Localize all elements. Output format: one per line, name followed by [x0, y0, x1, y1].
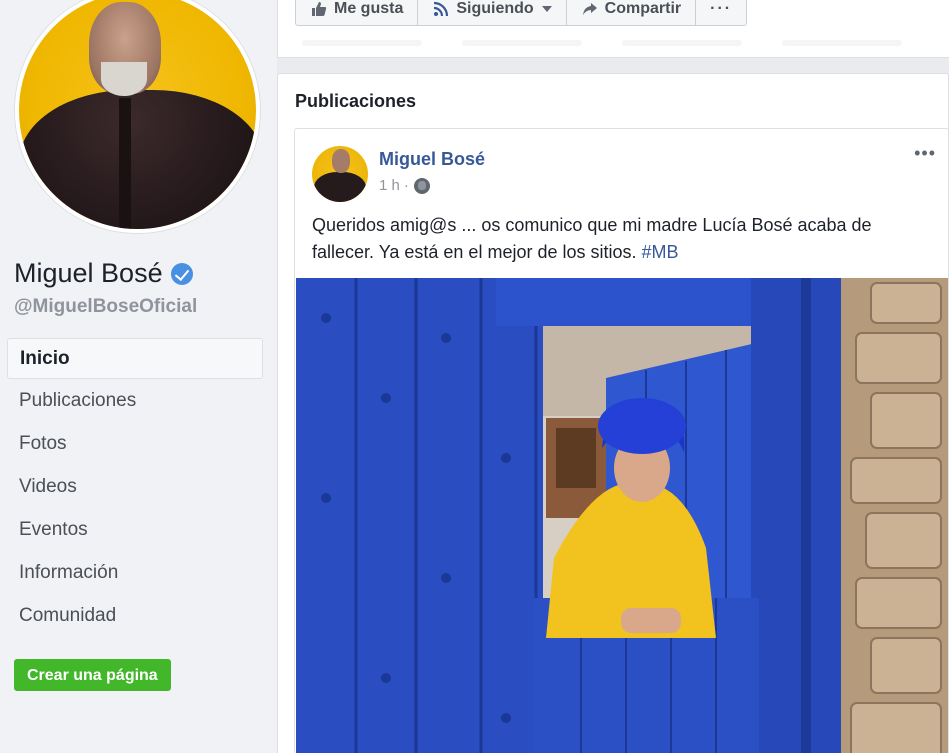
share-arrow-icon	[581, 0, 599, 18]
photo-illustration	[296, 278, 948, 753]
meta-separator: ·	[403, 177, 409, 194]
section-title: Publicaciones	[295, 91, 417, 111]
page-name-text[interactable]: Miguel Bosé	[14, 258, 163, 289]
nav-item-comunidad[interactable]: Comunidad	[7, 596, 263, 639]
share-button[interactable]: Compartir	[567, 0, 697, 25]
nav-item-eventos[interactable]: Eventos	[7, 510, 263, 553]
post-body: Queridos amig@s ... os comunico que mi m…	[312, 215, 872, 262]
create-page-button[interactable]: Crear una página	[14, 659, 171, 691]
nav-item-inicio[interactable]: Inicio	[7, 338, 263, 379]
post-options-button[interactable]: •••	[914, 143, 936, 164]
nav-item-publicaciones[interactable]: Publicaciones	[7, 381, 263, 424]
post: Miguel Bosé 1 h · ••• Queridos amig@s ..…	[294, 128, 949, 753]
post-author-link[interactable]: Miguel Bosé	[379, 149, 485, 170]
page-nav: Inicio Publicaciones Fotos Videos Evento…	[7, 338, 263, 639]
hashtag-link[interactable]: #MB	[642, 242, 679, 262]
more-dots-icon: ···	[710, 0, 733, 17]
page-handle[interactable]: @MiguelBoseOficial	[14, 296, 197, 318]
post-timestamp[interactable]: 1 h	[379, 177, 400, 194]
action-bar: Me gusta Siguiendo Compartir ···	[295, 0, 748, 26]
nav-item-fotos[interactable]: Fotos	[7, 424, 263, 467]
thumbs-up-icon	[310, 0, 328, 18]
like-label: Me gusta	[334, 0, 404, 17]
publications-card: Publicaciones Miguel Bosé 1 h · ••• Quer…	[277, 73, 949, 753]
faded-tabs	[302, 40, 902, 48]
post-meta: 1 h ·	[379, 177, 430, 194]
post-text: Queridos amig@s ... os comunico que mi m…	[312, 212, 937, 266]
post-author-avatar[interactable]	[312, 146, 368, 202]
chevron-down-icon	[541, 6, 552, 12]
verified-badge-icon	[170, 262, 193, 285]
like-button[interactable]: Me gusta	[296, 0, 419, 25]
page-name[interactable]: Miguel Bosé	[14, 258, 193, 289]
left-sidebar: Miguel Bosé @MiguelBoseOficial Inicio Pu…	[0, 0, 277, 753]
share-label: Compartir	[604, 0, 682, 17]
nav-item-videos[interactable]: Videos	[7, 467, 263, 510]
nav-item-informacion[interactable]: Información	[7, 553, 263, 596]
page-actions-card: Me gusta Siguiendo Compartir ···	[277, 0, 949, 58]
post-photo[interactable]	[296, 278, 948, 753]
profile-picture[interactable]	[15, 0, 260, 233]
following-button[interactable]: Siguiendo	[418, 0, 567, 25]
rss-icon	[432, 0, 450, 18]
following-label: Siguiendo	[456, 0, 534, 17]
globe-icon[interactable]	[413, 177, 430, 194]
more-actions-button[interactable]: ···	[696, 0, 746, 25]
